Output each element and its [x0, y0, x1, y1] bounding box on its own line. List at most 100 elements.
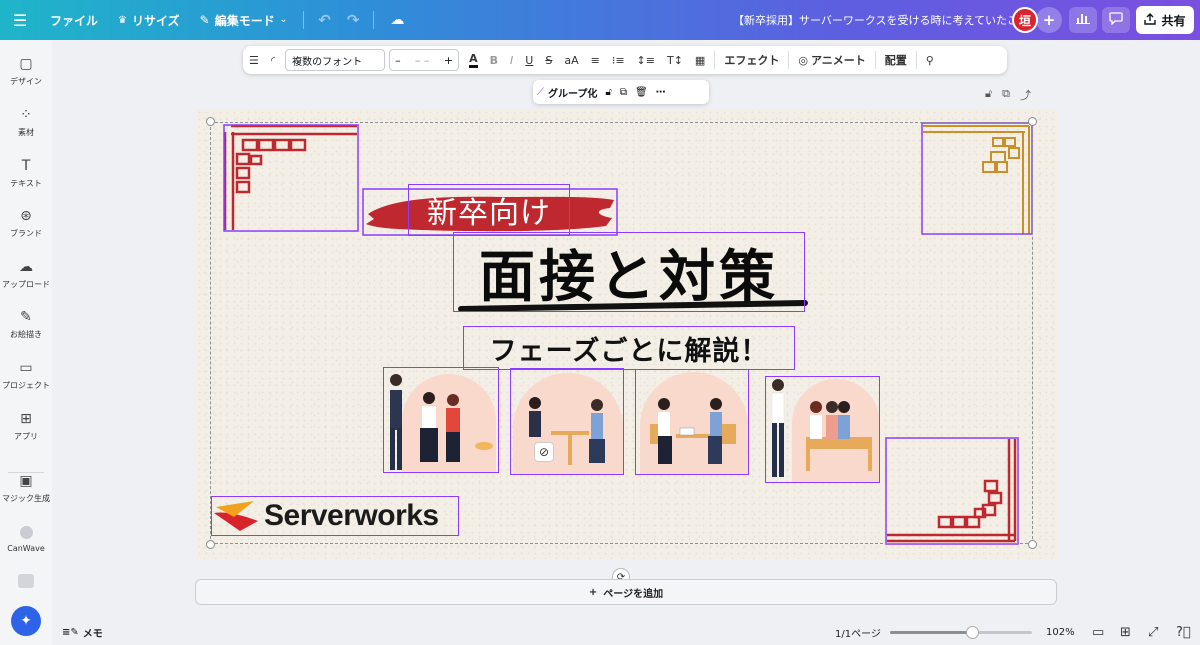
animate-icon: ◎: [798, 53, 808, 67]
sidebar-item-app-thumbnail[interactable]: [0, 572, 52, 590]
magic-assistant-button[interactable]: ✦: [11, 606, 41, 636]
resize-handle-top-left[interactable]: [206, 117, 215, 126]
font-size-stepper[interactable]: – – – +: [389, 49, 460, 71]
underline-button[interactable]: U: [519, 46, 539, 74]
duplicate-button[interactable]: ⧉: [616, 87, 631, 98]
decrease-size-button[interactable]: –: [395, 54, 401, 67]
avatar[interactable]: 垣: [1012, 7, 1038, 33]
subtitle-text[interactable]: フェーズごとに解説！: [463, 326, 795, 370]
group-button[interactable]: ⟋ グループ化: [533, 85, 601, 100]
sidebar-item-apps[interactable]: ⊞ アプリ: [0, 410, 52, 442]
sidebar-item-upload[interactable]: ☁ アップロード: [0, 258, 52, 290]
font-family-select[interactable]: 複数のフォント: [285, 49, 386, 71]
corner-icon: ◜: [270, 53, 276, 67]
sidebar-item-brand[interactable]: ⊛ ブランド: [0, 207, 52, 239]
divider: [303, 11, 305, 29]
bold-icon: B: [489, 53, 499, 67]
fullscreen-icon[interactable]: ⤢: [1148, 625, 1158, 640]
effects-button[interactable]: エフェクト: [718, 46, 785, 74]
help-icon[interactable]: ?⃝: [1176, 625, 1191, 640]
sidebar-item-text[interactable]: T テキスト: [0, 157, 52, 189]
hamburger-icon: ☰: [12, 10, 28, 30]
animate-label: アニメート: [810, 54, 866, 67]
bar-chart-icon: [1076, 12, 1090, 28]
undo-icon: ↶: [318, 11, 331, 29]
edit-mode-button[interactable]: ✎ 編集モード ⌄: [190, 0, 298, 40]
sidebar-item-design[interactable]: ▢ デザイン: [0, 55, 52, 87]
paint-format-button[interactable]: ⚲: [920, 46, 940, 74]
animate-button[interactable]: ◎ アニメート: [792, 46, 871, 74]
draw-icon: ✎: [20, 309, 32, 325]
bold-button[interactable]: B: [484, 46, 504, 74]
corner-rounding-button[interactable]: ◜: [265, 46, 281, 74]
file-menu-label: ファイル: [50, 13, 99, 28]
add-page-button[interactable]: + ページを追加: [195, 579, 1057, 605]
insights-button[interactable]: [1069, 7, 1097, 33]
spacing-button[interactable]: ↕≡: [631, 46, 661, 74]
comments-button[interactable]: [1102, 7, 1130, 33]
title-text[interactable]: 面接と対策: [453, 232, 805, 312]
page-counter[interactable]: 1/1ページ: [835, 625, 881, 640]
notes-icon: ≡✎: [62, 626, 79, 638]
sidebar-item-draw[interactable]: ✎ お絵描き: [0, 308, 52, 340]
tag-text[interactable]: 新卒向け: [408, 184, 570, 236]
italic-button[interactable]: I: [504, 46, 519, 74]
strikethrough-button[interactable]: S: [539, 46, 558, 74]
page-add-icon[interactable]: ⤴: [1020, 87, 1031, 103]
page-view-icon[interactable]: ▭: [1092, 625, 1104, 640]
zoom-slider[interactable]: [890, 626, 1032, 639]
avatar-initial: 垣: [1018, 13, 1031, 28]
illustration-interview-3[interactable]: [635, 369, 749, 475]
text-color-button[interactable]: A: [463, 46, 484, 74]
page-lock-icon[interactable]: 🔓︎: [985, 87, 992, 103]
add-collaborator-button[interactable]: +: [1036, 7, 1062, 33]
bullet-list-icon: ⁝≡: [611, 53, 625, 67]
illustration-interview-2[interactable]: [510, 368, 624, 475]
increase-size-button[interactable]: +: [444, 54, 453, 67]
italic-icon: I: [510, 53, 514, 67]
more-options-button[interactable]: ⋯: [652, 87, 670, 98]
position-button[interactable]: 配置: [879, 46, 913, 74]
transparency-button[interactable]: ▦: [689, 46, 711, 74]
delete-button[interactable]: 🗑︎: [631, 87, 652, 98]
align-button[interactable]: ≡: [585, 46, 606, 74]
illustration-interview-4[interactable]: [765, 376, 880, 483]
logo-mark-icon: [214, 501, 258, 531]
sidebar-item-projects[interactable]: ▭ プロジェクト: [0, 359, 52, 391]
resize-handle-bottom-right[interactable]: [1028, 540, 1037, 549]
document-title[interactable]: 【新卒採用】サーバーワークスを受ける時に考えていたこと: [733, 0, 1029, 40]
page-duplicate-icon[interactable]: ⧉: [1002, 87, 1010, 103]
sidebar-item-elements[interactable]: ⁘ 素材: [0, 106, 52, 138]
vertical-text-button[interactable]: T↕: [661, 46, 689, 74]
illustration-interview-1[interactable]: [383, 367, 499, 473]
sidebar-item-label: デザイン: [10, 77, 42, 86]
line-style-button[interactable]: ☰: [243, 46, 265, 74]
resize-button[interactable]: ♛ リサイズ: [108, 0, 190, 40]
file-menu-button[interactable]: ファイル: [40, 0, 108, 40]
sidebar-item-canwave[interactable]: CanWave: [0, 523, 52, 553]
resize-handle-top-right[interactable]: [1028, 117, 1037, 126]
top-bar: ☰ ファイル ♛ リサイズ ✎ 編集モード ⌄ ↶ ↷ ☁ 【新卒採用】サーバーワーク…: [0, 0, 1200, 40]
undo-button[interactable]: ↶: [310, 11, 339, 29]
redo-button[interactable]: ↷: [339, 11, 368, 29]
underline-icon: U: [525, 53, 534, 67]
zoom-slider-knob[interactable]: [966, 626, 980, 639]
logo-text: Serverworks: [264, 499, 439, 532]
serverworks-logo[interactable]: Serverworks: [211, 496, 459, 536]
grid-view-icon[interactable]: ⊞: [1120, 625, 1131, 640]
cloud-save-status[interactable]: ☁: [380, 0, 414, 40]
lock-icon: 🔓︎: [605, 86, 612, 98]
letter-case-button[interactable]: aA: [558, 46, 584, 74]
divider: [788, 51, 790, 69]
plus-icon: +: [588, 586, 598, 598]
resize-handle-bottom-left[interactable]: [206, 540, 215, 549]
sidebar-item-label: アプリ: [14, 432, 38, 441]
list-button[interactable]: ⁝≡: [606, 46, 631, 74]
menu-button[interactable]: ☰: [0, 0, 40, 40]
lock-button[interactable]: 🔓︎: [601, 87, 615, 98]
notes-button[interactable]: ≡✎ メモ: [62, 625, 103, 640]
zoom-value[interactable]: 102%: [1046, 627, 1075, 638]
share-button[interactable]: 共有: [1136, 6, 1194, 34]
sidebar-item-magic-media[interactable]: ▣ マジック生成: [0, 472, 52, 504]
effects-label: エフェクト: [724, 54, 780, 67]
